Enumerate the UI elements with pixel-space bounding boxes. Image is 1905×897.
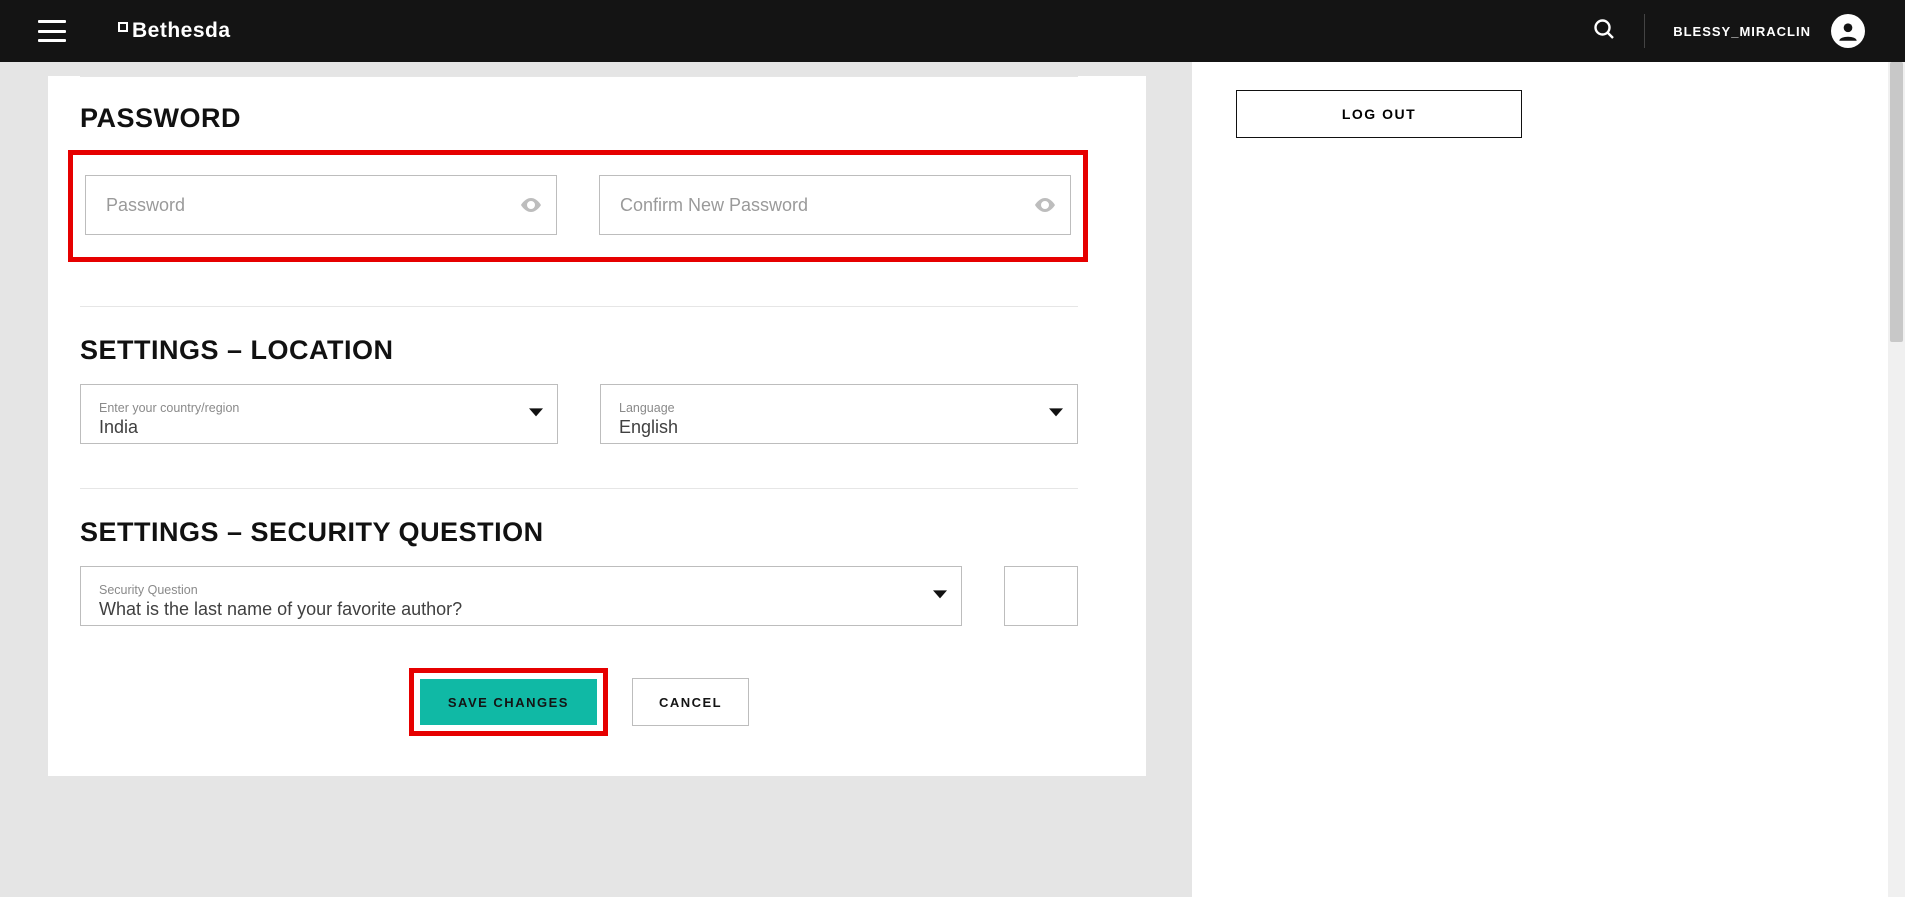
section-divider	[80, 488, 1078, 489]
form-buttons: SAVE CHANGES CANCEL	[80, 668, 1078, 736]
brand-logo[interactable]: Bethesda	[118, 19, 231, 43]
show-confirm-password-icon[interactable]	[1033, 193, 1057, 217]
chevron-down-icon	[529, 408, 543, 416]
confirm-password-input[interactable]	[599, 175, 1071, 235]
search-icon[interactable]	[1592, 17, 1616, 46]
security-question-value: What is the last name of your favorite a…	[99, 599, 917, 620]
section-divider	[80, 306, 1078, 307]
password-input[interactable]	[85, 175, 557, 235]
brand-mark-icon	[118, 22, 128, 32]
scrollbar[interactable]	[1888, 62, 1905, 897]
country-label: Enter your country/region	[99, 401, 513, 415]
location-heading: SETTINGS – LOCATION	[80, 335, 1078, 366]
language-select[interactable]: Language English	[600, 384, 1078, 444]
scrollbar-thumb[interactable]	[1890, 62, 1903, 342]
logout-button[interactable]: LOG OUT	[1236, 90, 1522, 138]
user-icon	[1835, 18, 1861, 44]
password-highlight-box	[68, 150, 1088, 262]
security-heading: SETTINGS – SECURITY QUESTION	[80, 517, 1078, 548]
header-divider	[1644, 14, 1645, 48]
cancel-button[interactable]: CANCEL	[632, 678, 749, 726]
password-heading: PASSWORD	[80, 103, 1078, 134]
chevron-down-icon	[933, 590, 947, 598]
avatar[interactable]	[1831, 14, 1865, 48]
menu-icon[interactable]	[38, 20, 66, 42]
country-value: India	[99, 417, 513, 438]
chevron-down-icon	[1049, 408, 1063, 416]
country-select[interactable]: Enter your country/region India	[80, 384, 558, 444]
security-question-select[interactable]: Security Question What is the last name …	[80, 566, 962, 626]
username-label[interactable]: BLESSY_MIRACLIN	[1673, 24, 1811, 39]
settings-panel: PASSWORD	[48, 76, 1146, 776]
section-divider	[80, 76, 1078, 77]
brand-text: Bethesda	[132, 19, 231, 43]
side-panel: LOG OUT	[1192, 62, 1905, 897]
security-question-label: Security Question	[99, 583, 917, 597]
language-value: English	[619, 417, 1033, 438]
app-header: Bethesda BLESSY_MIRACLIN	[0, 0, 1905, 62]
show-password-icon[interactable]	[519, 193, 543, 217]
language-label: Language	[619, 401, 1033, 415]
save-highlight-box: SAVE CHANGES	[409, 668, 608, 736]
save-button[interactable]: SAVE CHANGES	[420, 679, 597, 725]
security-answer-input[interactable]	[1004, 566, 1078, 626]
